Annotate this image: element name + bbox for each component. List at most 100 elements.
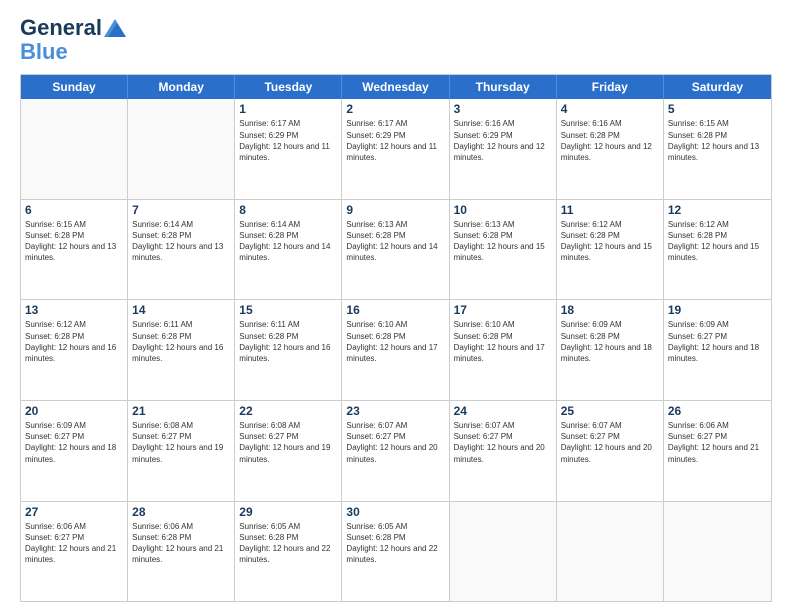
header-day-sunday: Sunday [21, 75, 128, 99]
day-number: 27 [25, 505, 123, 519]
day-info: Sunrise: 6:09 AM Sunset: 6:27 PM Dayligh… [25, 420, 123, 465]
day-cell-28: 28Sunrise: 6:06 AM Sunset: 6:28 PM Dayli… [128, 502, 235, 602]
calendar-body: 1 Sunrise: 6:17 AM Sunset: 6:29 PM Daylig… [21, 99, 771, 601]
day-info: Sunrise: 6:05 AM Sunset: 6:28 PM Dayligh… [239, 521, 337, 566]
day-info: Sunrise: 6:14 AM Sunset: 6:28 PM Dayligh… [239, 219, 337, 264]
page: General Blue SundayMondayTuesdayWednesda… [0, 0, 792, 612]
day-number: 13 [25, 303, 123, 317]
day-info: Sunrise: 6:15 AM Sunset: 6:28 PM Dayligh… [668, 118, 767, 163]
week-row-2: 13 Sunrise: 6:12 AM Sunset: 6:28 PM Dayli… [21, 300, 771, 401]
day-number: 25 [561, 404, 659, 418]
week-row-3: 20 Sunrise: 6:09 AM Sunset: 6:27 PM Dayli… [21, 401, 771, 502]
day-number: 4 [561, 102, 659, 116]
day-cell-30: 30Sunrise: 6:05 AM Sunset: 6:28 PM Dayli… [342, 502, 449, 602]
day-info: Sunrise: 6:06 AM Sunset: 6:27 PM Dayligh… [25, 521, 123, 566]
day-info: Sunrise: 6:16 AM Sunset: 6:28 PM Dayligh… [561, 118, 659, 163]
day-cell-27: 27 Sunrise: 6:06 AM Sunset: 6:27 PM Dayli… [21, 502, 128, 602]
day-cell-2: 2 Sunrise: 6:17 AM Sunset: 6:29 PM Daylig… [342, 99, 449, 199]
day-info: Sunrise: 6:06 AM Sunset: 6:27 PM Dayligh… [668, 420, 767, 465]
calendar-header-row: SundayMondayTuesdayWednesdayThursdayFrid… [21, 75, 771, 99]
day-number: 15 [239, 303, 337, 317]
logo: General Blue [20, 16, 126, 64]
day-number: 29 [239, 505, 337, 519]
day-cell-16: 16 Sunrise: 6:10 AM Sunset: 6:28 PM Dayli… [342, 300, 449, 400]
day-info: Sunrise: 6:17 AM Sunset: 6:29 PM Dayligh… [239, 118, 337, 163]
day-cell-6: 6 Sunrise: 6:15 AM Sunset: 6:28 PM Daylig… [21, 200, 128, 300]
day-info: Sunrise: 6:07 AM Sunset: 6:27 PM Dayligh… [561, 420, 659, 465]
day-number: 1 [239, 102, 337, 116]
day-cell-1: 1 Sunrise: 6:17 AM Sunset: 6:29 PM Daylig… [235, 99, 342, 199]
day-number: 22 [239, 404, 337, 418]
day-cell-25: 25 Sunrise: 6:07 AM Sunset: 6:27 PM Dayli… [557, 401, 664, 501]
day-info: Sunrise: 6:10 AM Sunset: 6:28 PM Dayligh… [346, 319, 444, 364]
day-number: 14 [132, 303, 230, 317]
day-info: Sunrise: 6:14 AM Sunset: 6:28 PM Dayligh… [132, 219, 230, 264]
day-cell-3: 3 Sunrise: 6:16 AM Sunset: 6:29 PM Daylig… [450, 99, 557, 199]
day-cell-22: 22 Sunrise: 6:08 AM Sunset: 6:27 PM Dayli… [235, 401, 342, 501]
day-cell-7: 7 Sunrise: 6:14 AM Sunset: 6:28 PM Daylig… [128, 200, 235, 300]
day-info: Sunrise: 6:09 AM Sunset: 6:28 PM Dayligh… [561, 319, 659, 364]
header: General Blue [20, 16, 772, 64]
day-info: Sunrise: 6:13 AM Sunset: 6:28 PM Dayligh… [346, 219, 444, 264]
day-info: Sunrise: 6:05 AM Sunset: 6:28 PM Dayligh… [346, 521, 444, 566]
day-cell-19: 19Sunrise: 6:09 AM Sunset: 6:27 PM Dayli… [664, 300, 771, 400]
day-info: Sunrise: 6:12 AM Sunset: 6:28 PM Dayligh… [25, 319, 123, 364]
day-cell-17: 17 Sunrise: 6:10 AM Sunset: 6:28 PM Dayli… [450, 300, 557, 400]
day-cell-9: 9 Sunrise: 6:13 AM Sunset: 6:28 PM Daylig… [342, 200, 449, 300]
day-info: Sunrise: 6:15 AM Sunset: 6:28 PM Dayligh… [25, 219, 123, 264]
day-info: Sunrise: 6:12 AM Sunset: 6:28 PM Dayligh… [561, 219, 659, 264]
day-cell-21: 21 Sunrise: 6:08 AM Sunset: 6:27 PM Dayli… [128, 401, 235, 501]
week-row-4: 27 Sunrise: 6:06 AM Sunset: 6:27 PM Dayli… [21, 502, 771, 602]
day-cell-11: 11Sunrise: 6:12 AM Sunset: 6:28 PM Dayli… [557, 200, 664, 300]
day-number: 10 [454, 203, 552, 217]
week-row-1: 6 Sunrise: 6:15 AM Sunset: 6:28 PM Daylig… [21, 200, 771, 301]
header-day-thursday: Thursday [450, 75, 557, 99]
day-number: 18 [561, 303, 659, 317]
day-number: 12 [668, 203, 767, 217]
day-number: 16 [346, 303, 444, 317]
logo-text: General [20, 16, 102, 40]
day-number: 24 [454, 404, 552, 418]
header-day-monday: Monday [128, 75, 235, 99]
day-info: Sunrise: 6:11 AM Sunset: 6:28 PM Dayligh… [132, 319, 230, 364]
day-number: 8 [239, 203, 337, 217]
day-info: Sunrise: 6:10 AM Sunset: 6:28 PM Dayligh… [454, 319, 552, 364]
day-info: Sunrise: 6:07 AM Sunset: 6:27 PM Dayligh… [454, 420, 552, 465]
day-cell-5: 5 Sunrise: 6:15 AM Sunset: 6:28 PM Daylig… [664, 99, 771, 199]
logo-blue: Blue [20, 40, 68, 64]
header-day-saturday: Saturday [664, 75, 771, 99]
day-cell-18: 18 Sunrise: 6:09 AM Sunset: 6:28 PM Dayli… [557, 300, 664, 400]
empty-cell-0-0 [21, 99, 128, 199]
day-number: 7 [132, 203, 230, 217]
day-number: 2 [346, 102, 444, 116]
empty-cell-0-1 [128, 99, 235, 199]
day-info: Sunrise: 6:16 AM Sunset: 6:29 PM Dayligh… [454, 118, 552, 163]
day-number: 9 [346, 203, 444, 217]
day-cell-29: 29 Sunrise: 6:05 AM Sunset: 6:28 PM Dayli… [235, 502, 342, 602]
day-number: 5 [668, 102, 767, 116]
day-cell-13: 13 Sunrise: 6:12 AM Sunset: 6:28 PM Dayli… [21, 300, 128, 400]
day-info: Sunrise: 6:08 AM Sunset: 6:27 PM Dayligh… [132, 420, 230, 465]
day-number: 21 [132, 404, 230, 418]
empty-cell-4-6 [664, 502, 771, 602]
day-cell-4: 4 Sunrise: 6:16 AM Sunset: 6:28 PM Daylig… [557, 99, 664, 199]
day-cell-8: 8 Sunrise: 6:14 AM Sunset: 6:28 PM Daylig… [235, 200, 342, 300]
calendar: SundayMondayTuesdayWednesdayThursdayFrid… [20, 74, 772, 602]
day-info: Sunrise: 6:17 AM Sunset: 6:29 PM Dayligh… [346, 118, 444, 163]
day-number: 20 [25, 404, 123, 418]
day-number: 19 [668, 303, 767, 317]
day-number: 17 [454, 303, 552, 317]
day-cell-26: 26Sunrise: 6:06 AM Sunset: 6:27 PM Dayli… [664, 401, 771, 501]
day-info: Sunrise: 6:12 AM Sunset: 6:28 PM Dayligh… [668, 219, 767, 264]
day-info: Sunrise: 6:06 AM Sunset: 6:28 PM Dayligh… [132, 521, 230, 566]
header-day-wednesday: Wednesday [342, 75, 449, 99]
day-number: 23 [346, 404, 444, 418]
day-number: 3 [454, 102, 552, 116]
day-info: Sunrise: 6:11 AM Sunset: 6:28 PM Dayligh… [239, 319, 337, 364]
header-day-tuesday: Tuesday [235, 75, 342, 99]
day-cell-14: 14 Sunrise: 6:11 AM Sunset: 6:28 PM Dayli… [128, 300, 235, 400]
day-number: 6 [25, 203, 123, 217]
logo-icon [104, 19, 126, 37]
day-info: Sunrise: 6:08 AM Sunset: 6:27 PM Dayligh… [239, 420, 337, 465]
day-cell-12: 12 Sunrise: 6:12 AM Sunset: 6:28 PM Dayli… [664, 200, 771, 300]
